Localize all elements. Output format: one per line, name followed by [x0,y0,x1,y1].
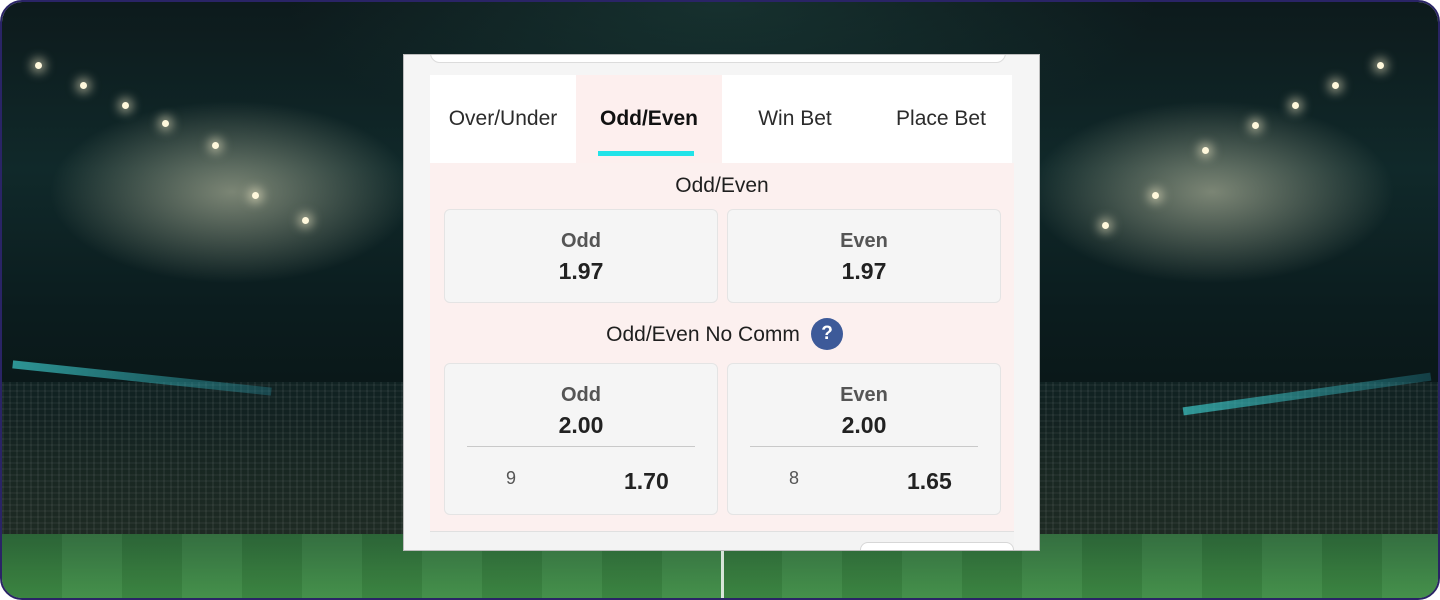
tab-label: Win Bet [758,107,832,130]
odd-odds: 1.97 [558,258,604,284]
tab-win-bet[interactable]: Win Bet [722,75,868,163]
floodlight [1252,122,1259,129]
divider [467,446,695,447]
no-comm-odd-bet-button[interactable]: Odd 2.00 9 1.70 [444,363,718,515]
top-search-bar[interactable] [430,55,1006,63]
no-comm-even-label: Even [840,384,888,406]
no-comm-even-price: 1.65 [907,468,952,494]
even-odds: 1.97 [841,258,887,284]
odd-bet-button[interactable]: Odd 1.97 [444,209,718,303]
market-title-no-comm: Odd/Even No Comm [606,323,800,346]
tab-label: Place Bet [896,107,986,130]
floodlight [162,120,169,127]
tab-place-bet[interactable]: Place Bet [868,75,1014,163]
tab-odd-even[interactable]: Odd/Even [576,75,722,163]
no-comm-odd-label: Odd [561,384,601,406]
next-market-button[interactable] [860,542,1014,550]
floodlight [1202,147,1209,154]
no-comm-even-odds: 2.00 [841,412,887,438]
floodlight [80,82,87,89]
floodlight [252,192,259,199]
tab-over-under[interactable]: Over/Under [430,75,576,163]
floodlight [1332,82,1339,89]
help-icon[interactable]: ? [811,318,843,350]
no-comm-odd-count: 9 [506,468,517,488]
no-comm-even-bet-button[interactable]: Even 2.00 8 1.65 [727,363,1001,515]
next-market-row [430,531,1014,550]
no-comm-odd-price: 1.70 [624,468,669,494]
floodlight [1377,62,1384,69]
odd-label: Odd [561,230,601,252]
market-title-odd-even: Odd/Even [675,174,769,197]
divider [750,446,978,447]
no-comm-odd-odds: 2.00 [558,412,604,438]
tab-label: Over/Under [448,107,558,130]
floodlight [122,102,129,109]
screenshot-frame: Over/Under Odd/Even Win Bet Place Bet Od… [0,0,1440,600]
tab-label: Odd/Even [599,107,699,130]
floodlight [1102,222,1109,229]
floodlight [35,62,42,69]
active-tab-indicator [598,151,694,156]
betting-panel: Over/Under Odd/Even Win Bet Place Bet Od… [403,54,1040,551]
no-comm-even-count: 8 [789,468,800,488]
even-label: Even [840,230,888,252]
floodlight [302,217,309,224]
floodlight [1292,102,1299,109]
even-bet-button[interactable]: Even 1.97 [727,209,1001,303]
market-tabs: Over/Under Odd/Even Win Bet Place Bet [430,75,1012,163]
floodlight [1152,192,1159,199]
floodlight [212,142,219,149]
market-content: Odd/Even Odd 1.97 Even 1.97 Odd/Even No … [430,163,1014,531]
